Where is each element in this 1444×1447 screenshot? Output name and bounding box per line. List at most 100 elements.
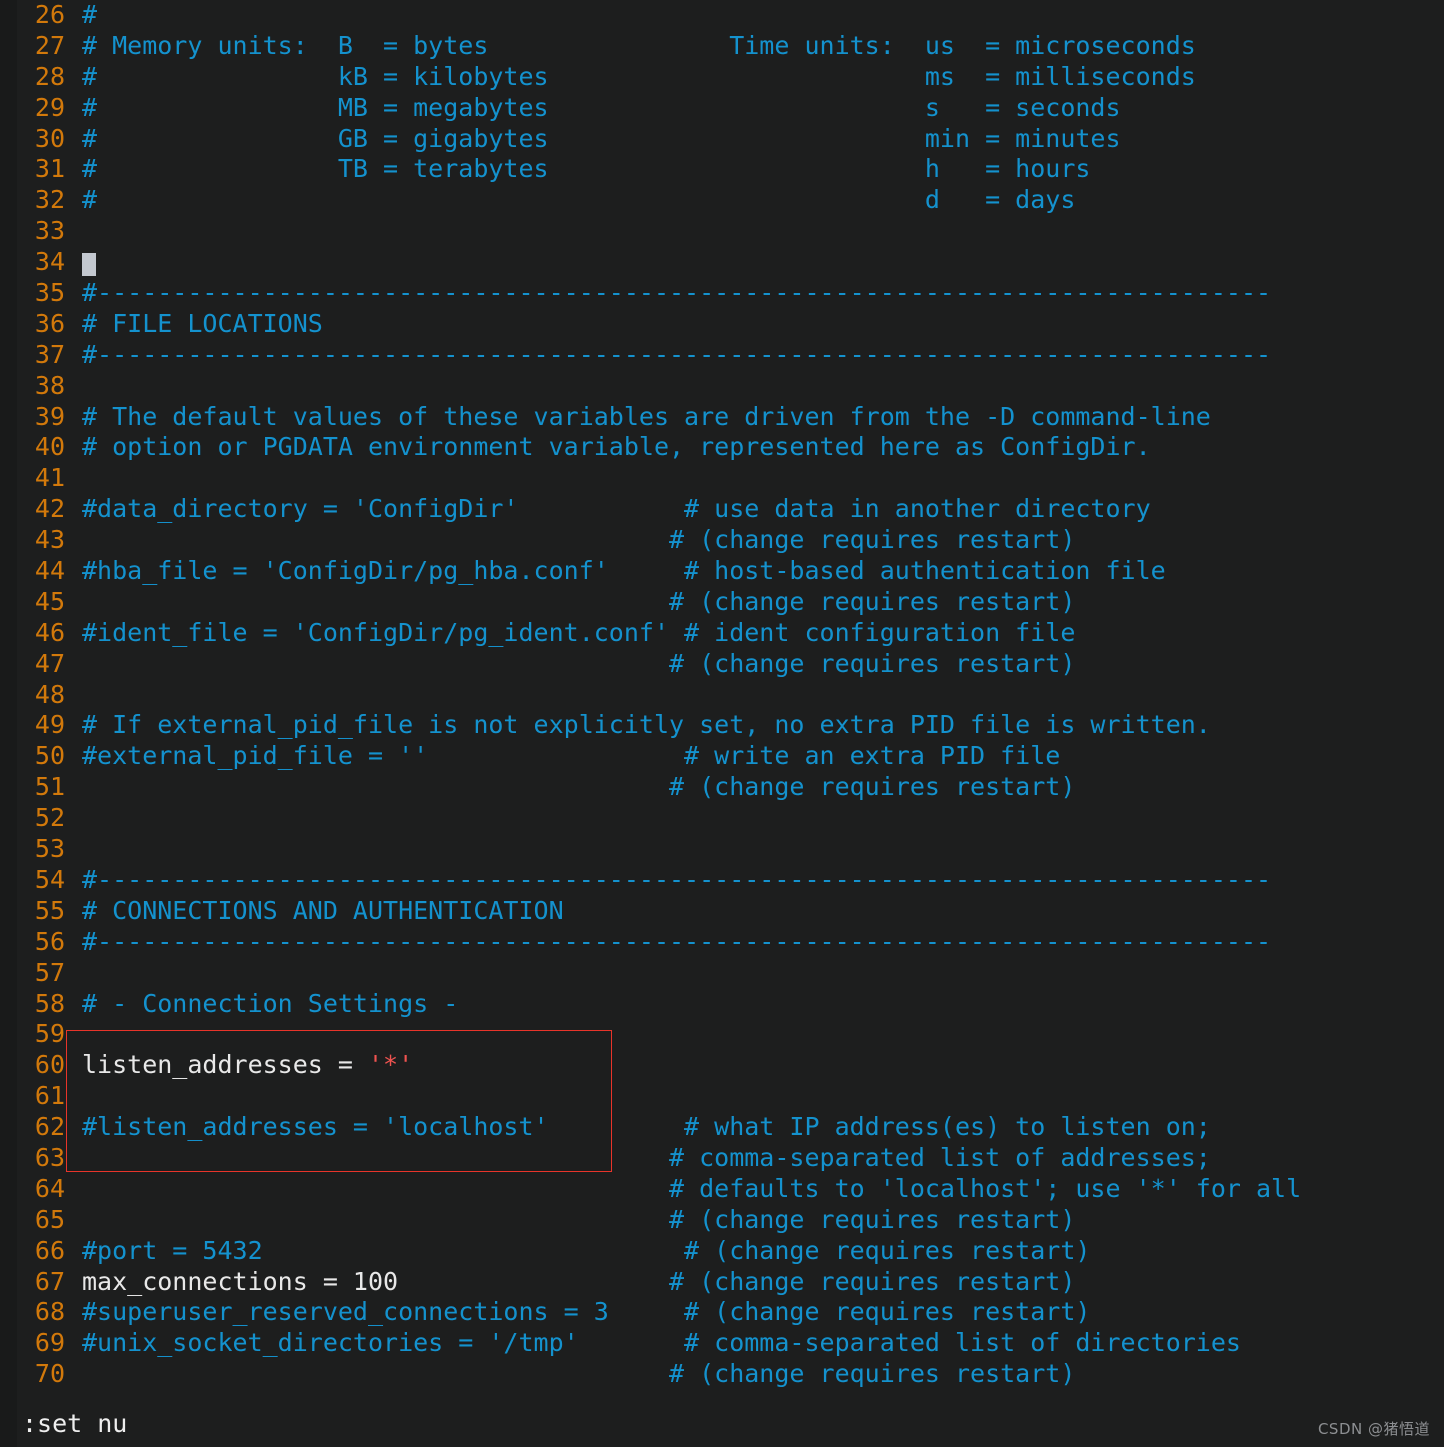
code-line[interactable]: 28 # kB = kilobytes ms = milliseconds (0, 62, 1444, 93)
code-line[interactable]: 44 #hba_file = 'ConfigDir/pg_hba.conf' # … (0, 556, 1444, 587)
line-number: 26 (34, 0, 65, 29)
code-line[interactable]: 47 # (change requires restart) (0, 649, 1444, 680)
code-line[interactable]: 42 #data_directory = 'ConfigDir' # use da… (0, 494, 1444, 525)
line-text: #superuser_reserved_connections = 3 # (c… (82, 1297, 1090, 1328)
line-text: max_connections = 100 # (change requires… (82, 1267, 1075, 1298)
comment-text: # MB = megabytes s = seconds (82, 92, 1121, 122)
code-line[interactable]: 51 # (change requires restart) (0, 772, 1444, 803)
code-line[interactable]: 52 (0, 803, 1444, 834)
code-line[interactable]: 29 # MB = megabytes s = seconds (0, 93, 1444, 124)
line-text: # MB = megabytes s = seconds (82, 93, 1121, 124)
comment-text: #---------------------------------------… (82, 864, 1272, 894)
string-literal: '*' (367, 1050, 414, 1080)
comment-text: # option or PGDATA environment variable,… (82, 432, 1151, 462)
code-line[interactable]: 65 # (change requires restart) (0, 1205, 1444, 1236)
comment-text: # Memory units: B = bytes Time units: us… (82, 30, 1196, 60)
comment-text: #---------------------------------------… (82, 339, 1272, 369)
code-line[interactable]: 68 #superuser_reserved_connections = 3 # … (0, 1297, 1444, 1328)
line-number: 37 (34, 339, 65, 369)
code-line[interactable]: 32 # d = days (0, 185, 1444, 216)
line-text: # Memory units: B = bytes Time units: us… (82, 31, 1196, 62)
comment-text: #data_directory = 'ConfigDir' # use data… (82, 494, 1151, 524)
code-line[interactable]: 57 (0, 958, 1444, 989)
line-text: #unix_socket_directories = '/tmp' # comm… (82, 1328, 1241, 1359)
vim-status-line[interactable]: :set nu (0, 1407, 1444, 1441)
vim-terminal-window[interactable]: 26 #27 # Memory units: B = bytes Time unit… (0, 0, 1444, 1447)
code-line[interactable]: 36 # FILE LOCATIONS (0, 309, 1444, 340)
line-number: 60 (34, 1050, 65, 1080)
code-line[interactable]: 35 #-------------------------------------… (0, 278, 1444, 309)
comment-text: # If external_pid_file is not explicitly… (82, 710, 1211, 740)
code-line[interactable]: 46 #ident_file = 'ConfigDir/pg_ident.conf… (0, 618, 1444, 649)
line-number: 32 (34, 185, 65, 215)
line-text: # TB = terabytes h = hours (82, 154, 1090, 185)
line-number: 39 (34, 401, 65, 431)
code-line[interactable]: 48 (0, 680, 1444, 711)
line-text: # defaults to 'localhost'; use '*' for a… (82, 1174, 1301, 1205)
code-line[interactable]: 63 # comma-separated list of addresses; (0, 1143, 1444, 1174)
code-line[interactable]: 27 # Memory units: B = bytes Time units: … (0, 31, 1444, 62)
code-line[interactable]: 50 #external_pid_file = '' # write an ext… (0, 741, 1444, 772)
line-text: #hba_file = 'ConfigDir/pg_hba.conf' # ho… (82, 556, 1166, 587)
line-number: 45 (34, 586, 65, 616)
line-number: 57 (34, 957, 65, 987)
code-line[interactable]: 59 (0, 1019, 1444, 1050)
code-line[interactable]: 30 # GB = gigabytes min = minutes (0, 124, 1444, 155)
code-line[interactable]: 64 # defaults to 'localhost'; use '*' fo… (0, 1174, 1444, 1205)
comment-text: #hba_file = 'ConfigDir/pg_hba.conf' # ho… (82, 556, 1166, 586)
code-line[interactable]: 34 (0, 247, 1444, 278)
line-number: 43 (34, 525, 65, 555)
code-line[interactable]: 31 # TB = terabytes h = hours (0, 154, 1444, 185)
line-text: # GB = gigabytes min = minutes (82, 124, 1121, 155)
line-number: 46 (34, 617, 65, 647)
line-number: 27 (34, 30, 65, 60)
code-line[interactable]: 37 #-------------------------------------… (0, 340, 1444, 371)
line-text: #---------------------------------------… (82, 340, 1271, 371)
line-number: 47 (34, 648, 65, 678)
code-editor-area[interactable]: 26 #27 # Memory units: B = bytes Time unit… (0, 0, 1444, 1398)
line-number: 49 (34, 710, 65, 740)
line-number: 64 (34, 1173, 65, 1203)
comment-text: # CONNECTIONS AND AUTHENTICATION (82, 895, 564, 925)
code-line[interactable]: 39 # The default values of these variable… (0, 402, 1444, 433)
line-number: 40 (34, 432, 65, 462)
text-cursor (82, 253, 96, 277)
comment-text: # The default values of these variables … (82, 401, 1211, 431)
code-line[interactable]: 54 #-------------------------------------… (0, 865, 1444, 896)
code-line[interactable]: 26 # (0, 0, 1444, 31)
code-line[interactable]: 58 # - Connection Settings - (0, 989, 1444, 1020)
line-text: # d = days (82, 185, 1075, 216)
code-line[interactable]: 55 # CONNECTIONS AND AUTHENTICATION (0, 896, 1444, 927)
code-line[interactable]: 56 #-------------------------------------… (0, 927, 1444, 958)
line-number: 56 (34, 926, 65, 956)
line-number: 33 (34, 216, 65, 246)
code-line[interactable]: 33 (0, 216, 1444, 247)
comment-text: # comma-separated list of addresses; (82, 1142, 1211, 1172)
line-number: 62 (34, 1112, 65, 1142)
code-line[interactable]: 70 # (change requires restart) (0, 1359, 1444, 1390)
code-line[interactable]: 43 # (change requires restart) (0, 525, 1444, 556)
code-line[interactable]: 53 (0, 834, 1444, 865)
code-line[interactable]: 40 # option or PGDATA environment variabl… (0, 432, 1444, 463)
code-line[interactable]: 60 listen_addresses = '*' (0, 1050, 1444, 1081)
line-text: #data_directory = 'ConfigDir' # use data… (82, 494, 1151, 525)
line-number: 51 (34, 772, 65, 802)
line-number: 48 (34, 679, 65, 709)
code-line[interactable]: 49 # If external_pid_file is not explicit… (0, 710, 1444, 741)
line-text: #---------------------------------------… (82, 865, 1271, 896)
line-text: #---------------------------------------… (82, 927, 1271, 958)
code-line[interactable]: 66 #port = 5432 # (change requires restar… (0, 1236, 1444, 1267)
line-number: 63 (34, 1142, 65, 1172)
code-line[interactable]: 45 # (change requires restart) (0, 587, 1444, 618)
code-line[interactable]: 69 #unix_socket_directories = '/tmp' # co… (0, 1328, 1444, 1359)
code-line[interactable]: 38 (0, 371, 1444, 402)
code-line[interactable]: 67 max_connections = 100 # (change requir… (0, 1267, 1444, 1298)
code-line[interactable]: 41 (0, 463, 1444, 494)
code-line[interactable]: 62 #listen_addresses = 'localhost' # what… (0, 1112, 1444, 1143)
comment-text: # (change requires restart) (82, 1359, 1076, 1389)
comment-text: #---------------------------------------… (82, 278, 1272, 308)
line-text: #---------------------------------------… (82, 278, 1271, 309)
comment-text: # TB = terabytes h = hours (82, 154, 1091, 184)
code-line[interactable]: 61 (0, 1081, 1444, 1112)
comment-text: #---------------------------------------… (82, 926, 1272, 956)
